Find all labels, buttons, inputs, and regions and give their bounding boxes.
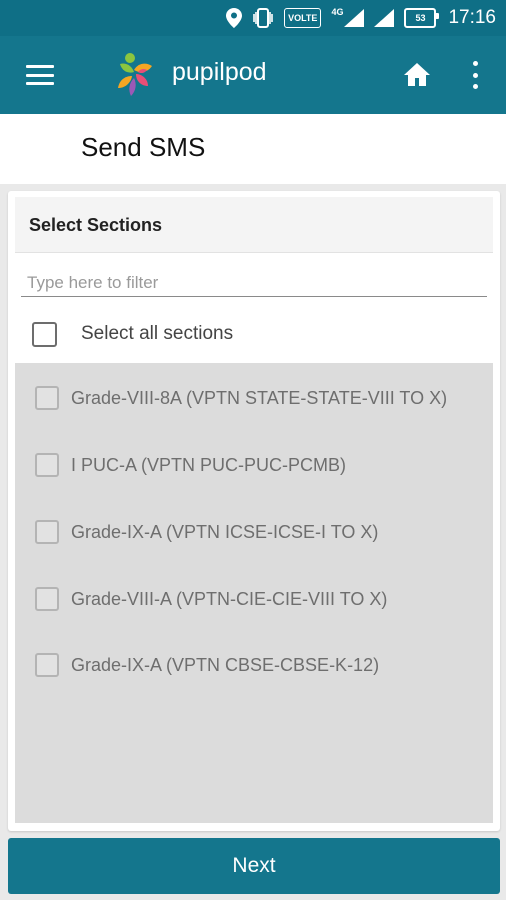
list-item[interactable]: I PUC-A (VPTN PUC-PUC-PCMB) bbox=[35, 451, 346, 479]
section-label: Grade-VIII-8A (VPTN STATE-STATE-VIII TO … bbox=[71, 387, 448, 408]
section-select-card: Select Sections Select all sections Grad… bbox=[8, 191, 500, 831]
section-label: I PUC-A (VPTN PUC-PUC-PCMB) bbox=[71, 454, 347, 475]
vibrate-icon bbox=[252, 8, 274, 28]
section-label: Grade-IX-A (VPTN CBSE-CBSE-K-12) bbox=[71, 654, 380, 675]
section-label: Grade-IX-A (VPTN ICSE-ICSE-I TO X) bbox=[71, 521, 379, 542]
filter-input[interactable] bbox=[21, 263, 487, 297]
next-button[interactable]: Next bbox=[8, 838, 500, 894]
section-checkbox[interactable] bbox=[35, 453, 59, 477]
menu-icon[interactable] bbox=[26, 65, 54, 85]
section-checkbox[interactable] bbox=[35, 386, 59, 410]
battery-icon: 53 bbox=[404, 8, 440, 28]
home-icon[interactable] bbox=[402, 60, 432, 90]
card-header-title: Select Sections bbox=[29, 215, 163, 235]
page-title: Send SMS bbox=[81, 132, 206, 162]
signal-icon: 4G bbox=[331, 7, 365, 28]
sections-list: Grade-VIII-8A (VPTN STATE-STATE-VIII TO … bbox=[15, 363, 493, 823]
list-item[interactable]: Grade-VIII-A (VPTN-CIE-CIE-VIII TO X) bbox=[35, 585, 387, 613]
list-item[interactable]: Grade-VIII-8A (VPTN STATE-STATE-VIII TO … bbox=[35, 384, 447, 412]
more-vert-icon[interactable] bbox=[465, 61, 485, 89]
location-icon bbox=[226, 8, 243, 28]
section-label: Grade-VIII-A (VPTN-CIE-CIE-VIII TO X) bbox=[71, 588, 388, 609]
select-all-checkbox[interactable] bbox=[32, 321, 57, 347]
list-item[interactable]: Grade-IX-A (VPTN ICSE-ICSE-I TO X) bbox=[35, 518, 378, 546]
section-checkbox[interactable] bbox=[35, 653, 59, 677]
card-header: Select Sections bbox=[15, 197, 493, 253]
network-type-label: 4G bbox=[331, 7, 344, 17]
page-title-bar: Send SMS bbox=[0, 114, 506, 184]
pupilpod-logo bbox=[118, 53, 152, 96]
status-bar: VOLTE 4G 53 17:16 bbox=[0, 0, 506, 36]
app-bar: pupilpod bbox=[0, 36, 506, 114]
status-time: 17:16 bbox=[448, 7, 496, 28]
section-checkbox[interactable] bbox=[35, 587, 59, 611]
section-checkbox[interactable] bbox=[35, 520, 59, 544]
app-title: pupilpod bbox=[172, 58, 267, 86]
volte-icon: VOLTE bbox=[284, 8, 322, 28]
list-item[interactable]: Grade-IX-A (VPTN CBSE-CBSE-K-12) bbox=[35, 651, 379, 679]
signal-icon bbox=[374, 8, 395, 28]
select-all-label: Select all sections bbox=[81, 323, 234, 344]
select-all-sections[interactable]: Select all sections bbox=[32, 321, 233, 347]
